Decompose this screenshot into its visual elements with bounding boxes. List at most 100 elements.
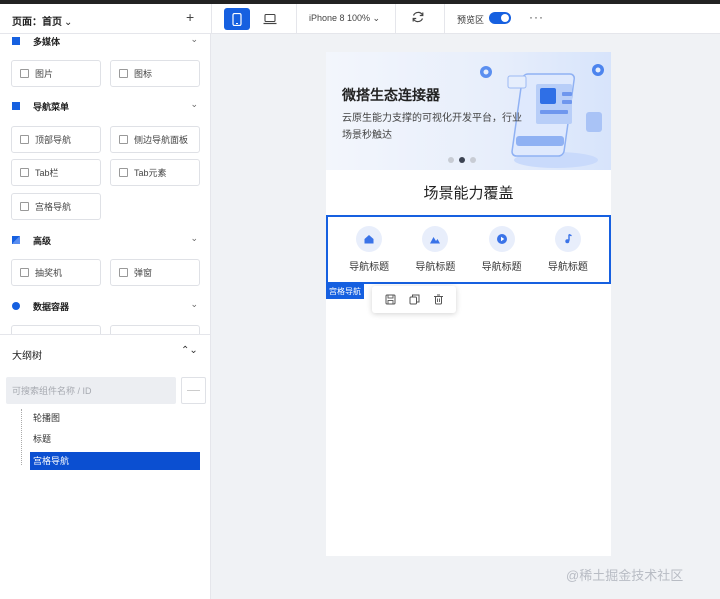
filter-button[interactable]: [181, 377, 206, 404]
left-panel: 多媒体 ⌄ 图片 图标 导航菜单 ⌄ 顶部导航 侧边导航面板 Tab栏 Tab元…: [0, 34, 211, 599]
section-label: 数据容器: [33, 301, 70, 312]
grid-icon: [20, 202, 29, 211]
laptop-icon: [263, 13, 277, 24]
divider: [296, 4, 297, 34]
tabbar-icon: [20, 168, 29, 177]
phone-icon: [232, 12, 242, 26]
component-label: 图标: [134, 69, 153, 79]
icon-icon: [119, 69, 128, 78]
divider: [395, 4, 396, 34]
advanced-icon: [12, 236, 20, 244]
device-zoom-select[interactable]: iPhone 8 100% ⌄: [309, 13, 380, 24]
refresh-button[interactable]: [411, 10, 425, 27]
play-icon: [488, 226, 515, 252]
mountain-icon: [422, 226, 449, 252]
component-label: Tab栏: [35, 168, 59, 178]
component-label: Tab元素: [134, 168, 167, 178]
grid-nav-item[interactable]: 导航标题: [410, 226, 460, 273]
component-library: 多媒体 ⌄ 图片 图标 导航菜单 ⌄ 顶部导航 侧边导航面板 Tab栏 Tab元…: [0, 34, 211, 334]
grid-nav-item[interactable]: 导航标题: [477, 226, 527, 273]
desktop-view-button[interactable]: [257, 8, 283, 30]
section-label: 高级: [33, 235, 52, 246]
tab-icon: [119, 168, 128, 177]
tree-item-grid-nav[interactable]: 宫格导航: [30, 452, 200, 470]
carousel-dot[interactable]: [448, 157, 454, 163]
topnav-icon: [20, 135, 29, 144]
component-card-partial[interactable]: [110, 325, 200, 334]
copy-button[interactable]: [405, 291, 423, 309]
delete-button[interactable]: [429, 291, 447, 309]
top-bar: 页面：首页 ⌄ + iPhone 8 100% ⌄ 预览区 ···: [0, 4, 720, 34]
grid-nav-item[interactable]: 导航标题: [344, 226, 394, 273]
chevron-down-icon: ⌄: [190, 233, 198, 243]
component-grid-nav[interactable]: 宫格导航: [11, 193, 101, 220]
section-data-container[interactable]: 数据容器 ⌄: [12, 299, 200, 313]
mobile-view-button[interactable]: [224, 8, 250, 30]
section-advanced[interactable]: 高级 ⌄: [12, 233, 200, 247]
music-icon: [554, 226, 581, 252]
preview-label: 预览区: [457, 15, 485, 25]
expand-collapse-icon[interactable]: ⌃⌄: [181, 345, 198, 356]
component-label: 宫格导航: [35, 202, 72, 212]
component-lottery[interactable]: 抽奖机: [11, 259, 101, 286]
carousel-dot[interactable]: [470, 157, 476, 163]
phone-canvas: 微搭生态连接器 云原生能力支撑的可视化开发平台，行业场景秒触达 场景能力覆盖 导…: [326, 52, 611, 556]
component-tab-element[interactable]: Tab元素: [110, 159, 200, 186]
component-image[interactable]: 图片: [11, 60, 101, 87]
more-icon[interactable]: ···: [529, 10, 544, 24]
lottery-icon: [20, 268, 29, 277]
component-popup[interactable]: 弹窗: [110, 259, 200, 286]
add-page-button[interactable]: +: [186, 9, 194, 25]
section-label: 导航菜单: [33, 101, 70, 112]
chevron-down-icon: ⌄: [190, 99, 198, 109]
section-label: 多媒体: [33, 36, 61, 47]
chevron-down-icon: ⌄: [64, 17, 73, 28]
tree-line: [21, 409, 22, 465]
grid-nav-label: 导航标题: [349, 262, 390, 273]
sidenav-icon: [119, 135, 128, 144]
outline-search-input[interactable]: [6, 377, 176, 404]
image-icon: [20, 69, 29, 78]
grid-nav-selected[interactable]: 导航标题 导航标题 导航标题 导航标题: [326, 215, 611, 284]
banner-subtitle: 云原生能力支撑的可视化开发平台，行业场景秒触达: [342, 113, 522, 141]
carousel-dot-active[interactable]: [459, 157, 465, 163]
component-tab-bar[interactable]: Tab栏: [11, 159, 101, 186]
component-icon[interactable]: 图标: [110, 60, 200, 87]
save-button[interactable]: [381, 291, 399, 309]
page-selector-label: 页面：首页: [12, 17, 62, 28]
section-title[interactable]: 场景能力覆盖: [326, 182, 611, 203]
tree-item-title[interactable]: 标题: [30, 430, 200, 448]
popup-icon: [119, 268, 128, 277]
page-selector[interactable]: 页面：首页 ⌄: [12, 13, 72, 28]
preview-toggle[interactable]: [489, 12, 511, 24]
component-side-nav[interactable]: 侧边导航面板: [110, 126, 200, 153]
refresh-icon: [412, 11, 424, 23]
menu-icon: [12, 102, 20, 110]
data-icon: [12, 302, 20, 310]
component-toolbar: [372, 286, 456, 313]
component-label: 侧边导航面板: [134, 135, 189, 145]
component-label: 弹窗: [134, 268, 153, 278]
component-label: 顶部导航: [35, 135, 72, 145]
copy-icon: [409, 294, 419, 305]
divider: [444, 4, 445, 34]
chevron-down-icon: ⌄: [190, 34, 198, 44]
home-icon: [356, 226, 383, 252]
grid-nav-label: 导航标题: [481, 262, 522, 273]
watermark: @稀土掘金技术社区: [566, 568, 684, 583]
outline-title: 大纲树: [12, 351, 42, 362]
carousel-dots: [448, 157, 476, 163]
grid-nav-item[interactable]: 导航标题: [543, 226, 593, 273]
divider: [211, 4, 212, 34]
component-top-nav[interactable]: 顶部导航: [11, 126, 101, 153]
save-icon: [385, 294, 395, 305]
section-multimedia[interactable]: 多媒体 ⌄: [12, 34, 200, 48]
component-card-partial[interactable]: [11, 325, 101, 334]
tree-item-carousel[interactable]: 轮播图: [30, 409, 200, 427]
selection-tag: 宫格导航: [326, 284, 364, 299]
component-label: 抽奖机: [35, 268, 63, 278]
carousel-banner[interactable]: 微搭生态连接器 云原生能力支撑的可视化开发平台，行业场景秒触达: [326, 52, 611, 170]
section-navigation[interactable]: 导航菜单 ⌄: [12, 99, 200, 113]
chevron-down-icon: ⌄: [190, 299, 198, 309]
outline-header: 大纲树 ⌃⌄: [0, 334, 211, 372]
